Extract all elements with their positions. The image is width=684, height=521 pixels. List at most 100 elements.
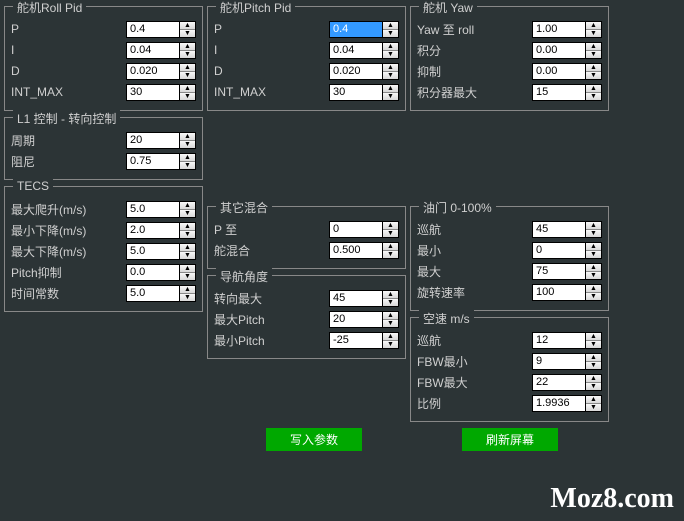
spinner[interactable]: ▲▼: [532, 221, 602, 238]
spinner-up[interactable]: ▲: [383, 312, 398, 320]
spinner-up[interactable]: ▲: [586, 243, 601, 251]
spinner[interactable]: ▲▼: [329, 21, 399, 38]
spinner[interactable]: ▲▼: [532, 63, 602, 80]
spinner[interactable]: ▲▼: [329, 221, 399, 238]
spinner-down[interactable]: ▼: [383, 72, 398, 79]
spinner[interactable]: ▲▼: [329, 63, 399, 80]
spinner[interactable]: ▲▼: [329, 84, 399, 101]
spinner-input[interactable]: [126, 285, 180, 302]
spinner-up[interactable]: ▲: [180, 154, 195, 162]
spinner-input[interactable]: [126, 84, 180, 101]
spinner-down[interactable]: ▼: [180, 252, 195, 259]
spinner-input[interactable]: [329, 84, 383, 101]
spinner-up[interactable]: ▲: [383, 222, 398, 230]
spinner-up[interactable]: ▲: [180, 85, 195, 93]
spinner-up[interactable]: ▲: [586, 222, 601, 230]
spinner-up[interactable]: ▲: [586, 396, 601, 404]
spinner-input[interactable]: [329, 221, 383, 238]
spinner-input[interactable]: [126, 42, 180, 59]
spinner-down[interactable]: ▼: [180, 72, 195, 79]
spinner-up[interactable]: ▲: [180, 223, 195, 231]
spinner-input[interactable]: [532, 263, 586, 280]
spinner-up[interactable]: ▲: [180, 265, 195, 273]
spinner[interactable]: ▲▼: [126, 222, 196, 239]
spinner-down[interactable]: ▼: [586, 30, 601, 37]
spinner[interactable]: ▲▼: [126, 63, 196, 80]
spinner-up[interactable]: ▲: [383, 333, 398, 341]
spinner-up[interactable]: ▲: [383, 243, 398, 251]
spinner-input[interactable]: [329, 290, 383, 307]
spinner-input[interactable]: [532, 42, 586, 59]
spinner-down[interactable]: ▼: [586, 72, 601, 79]
spinner-down[interactable]: ▼: [586, 362, 601, 369]
spinner-down[interactable]: ▼: [180, 294, 195, 301]
spinner-up[interactable]: ▲: [586, 43, 601, 51]
spinner-input[interactable]: [532, 63, 586, 80]
spinner-input[interactable]: [126, 132, 180, 149]
spinner-down[interactable]: ▼: [586, 293, 601, 300]
spinner-down[interactable]: ▼: [586, 251, 601, 258]
spinner-down[interactable]: ▼: [180, 51, 195, 58]
spinner-down[interactable]: ▼: [383, 51, 398, 58]
spinner-up[interactable]: ▲: [383, 43, 398, 51]
spinner[interactable]: ▲▼: [532, 84, 602, 101]
spinner[interactable]: ▲▼: [126, 84, 196, 101]
spinner[interactable]: ▲▼: [532, 374, 602, 391]
spinner[interactable]: ▲▼: [532, 263, 602, 280]
spinner-input[interactable]: [532, 353, 586, 370]
spinner[interactable]: ▲▼: [532, 242, 602, 259]
spinner-down[interactable]: ▼: [180, 231, 195, 238]
spinner[interactable]: ▲▼: [329, 290, 399, 307]
spinner-down[interactable]: ▼: [180, 141, 195, 148]
spinner-down[interactable]: ▼: [586, 383, 601, 390]
spinner-up[interactable]: ▲: [180, 43, 195, 51]
spinner-down[interactable]: ▼: [383, 30, 398, 37]
spinner-down[interactable]: ▼: [586, 404, 601, 411]
spinner-input[interactable]: [329, 42, 383, 59]
spinner-input[interactable]: [126, 264, 180, 281]
spinner-input[interactable]: [126, 222, 180, 239]
spinner-up[interactable]: ▲: [586, 285, 601, 293]
spinner-input[interactable]: [329, 311, 383, 328]
spinner[interactable]: ▲▼: [532, 42, 602, 59]
spinner-input[interactable]: [532, 21, 586, 38]
spinner-up[interactable]: ▲: [383, 85, 398, 93]
spinner[interactable]: ▲▼: [532, 21, 602, 38]
spinner[interactable]: ▲▼: [329, 332, 399, 349]
spinner-up[interactable]: ▲: [180, 64, 195, 72]
spinner[interactable]: ▲▼: [126, 201, 196, 218]
spinner-input[interactable]: [532, 374, 586, 391]
spinner-down[interactable]: ▼: [383, 93, 398, 100]
spinner-up[interactable]: ▲: [383, 22, 398, 30]
spinner-down[interactable]: ▼: [383, 251, 398, 258]
spinner[interactable]: ▲▼: [126, 264, 196, 281]
spinner[interactable]: ▲▼: [532, 332, 602, 349]
spinner-input[interactable]: [126, 21, 180, 38]
spinner-input[interactable]: [126, 201, 180, 218]
spinner-down[interactable]: ▼: [586, 272, 601, 279]
spinner-input[interactable]: [126, 63, 180, 80]
spinner-down[interactable]: ▼: [180, 162, 195, 169]
spinner-down[interactable]: ▼: [383, 341, 398, 348]
spinner[interactable]: ▲▼: [126, 243, 196, 260]
spinner-up[interactable]: ▲: [180, 202, 195, 210]
spinner-down[interactable]: ▼: [180, 273, 195, 280]
write-params-button[interactable]: 写入参数: [266, 428, 362, 451]
spinner-up[interactable]: ▲: [586, 64, 601, 72]
spinner-up[interactable]: ▲: [586, 22, 601, 30]
spinner-input[interactable]: [126, 153, 180, 170]
spinner-down[interactable]: ▼: [383, 230, 398, 237]
spinner-up[interactable]: ▲: [586, 264, 601, 272]
spinner-down[interactable]: ▼: [383, 320, 398, 327]
spinner[interactable]: ▲▼: [532, 395, 602, 412]
refresh-screen-button[interactable]: 刷新屏幕: [462, 428, 558, 451]
spinner-up[interactable]: ▲: [180, 133, 195, 141]
spinner-input[interactable]: [329, 242, 383, 259]
spinner-up[interactable]: ▲: [180, 286, 195, 294]
spinner-input[interactable]: [532, 395, 586, 412]
spinner-up[interactable]: ▲: [586, 85, 601, 93]
spinner[interactable]: ▲▼: [532, 353, 602, 370]
spinner-down[interactable]: ▼: [180, 93, 195, 100]
spinner-input[interactable]: [329, 63, 383, 80]
spinner-input[interactable]: [532, 221, 586, 238]
